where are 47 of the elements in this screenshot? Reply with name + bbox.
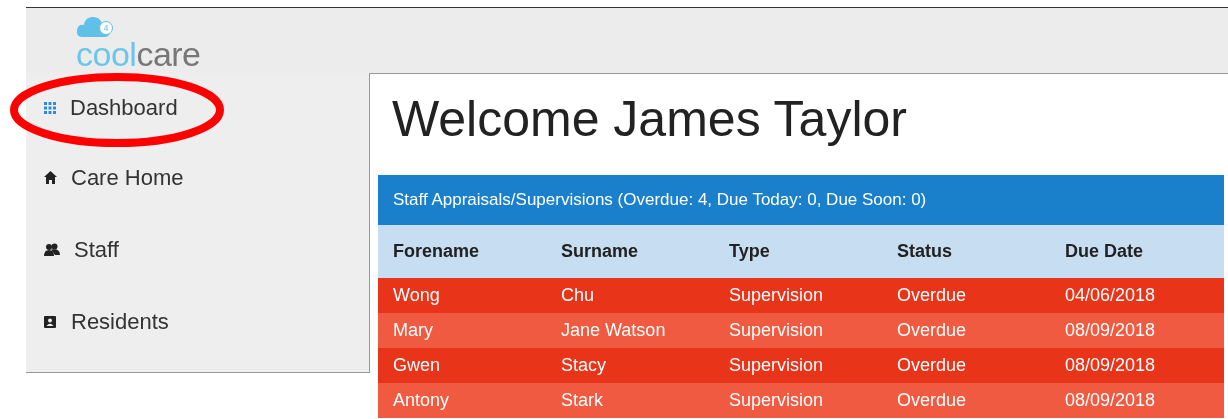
people-icon [44,243,60,256]
table-cell-text: Stark [560,390,604,411]
grid-icon [44,102,56,114]
nav-item[interactable]: Residents [26,284,369,359]
home-icon [44,171,57,184]
table-cell-text: 08/09/2018 [1064,390,1157,411]
logo-badge: 4 [99,21,113,35]
table-cell-text: Supervision [728,390,825,411]
table-cell-text: Supervision [728,285,825,306]
logo-text: care [136,35,201,73]
column-header: Type [728,241,771,262]
table-row[interactable]: Wong Chu Supervision Overdue 04/06/2018 [378,278,1224,313]
table-cell-text: Mary [392,320,434,341]
table-row[interactable]: Antony Stark Supervision Overdue 08/09/2018 [378,383,1224,418]
table-cell-text: Supervision [728,355,825,376]
column-header: Due Date [1064,241,1145,262]
table-cell-text: Overdue [896,355,968,376]
nav-label: Dashboard [70,95,178,121]
table-cell-text: 08/09/2018 [1064,320,1157,341]
table-title: Staff Appraisals/Supervisions (Overdue: 4, Due Today: 0, Due Soon: 0) [378,175,1224,225]
table-cell-text: Overdue [896,285,968,306]
logo[interactable]: 4 coolcare [76,13,201,73]
table-cell-text: Overdue [896,390,968,411]
page-title: Welcome James Taylor [392,90,908,149]
contact-card-icon [44,315,57,328]
table-cell-text: Jane Watson [560,320,667,341]
logo-text: cool [76,35,137,73]
table-cell-text: Antony [392,390,451,411]
table-cell-text: Wong [392,285,441,306]
nav-item[interactable]: Care Home [26,140,369,215]
table-row[interactable]: Gwen Stacy Supervision Overdue 08/09/2018 [378,348,1224,383]
table-cell-text: Gwen [392,355,442,376]
column-header: Forename [392,241,481,262]
column-header: Surname [560,241,640,262]
table-row[interactable]: Mary Jane Watson Supervision Overdue 08/09/2018 [378,313,1224,348]
table-cell-text: 08/09/2018 [1064,355,1157,376]
nav-label: Care Home [71,164,184,191]
table-cell-text: Supervision [728,320,825,341]
nav-item[interactable]: Staff [26,212,369,287]
table-cell-text: Stacy [560,355,608,376]
nav-label: Staff [74,236,119,263]
table-cell-text: Overdue [896,320,968,341]
nav-item[interactable]: Dashboard [26,73,369,143]
nav-label: Residents [71,308,169,335]
table-cell-text: Chu [560,285,596,306]
column-header: Status [896,241,953,262]
table-cell-text: 04/06/2018 [1064,285,1157,306]
